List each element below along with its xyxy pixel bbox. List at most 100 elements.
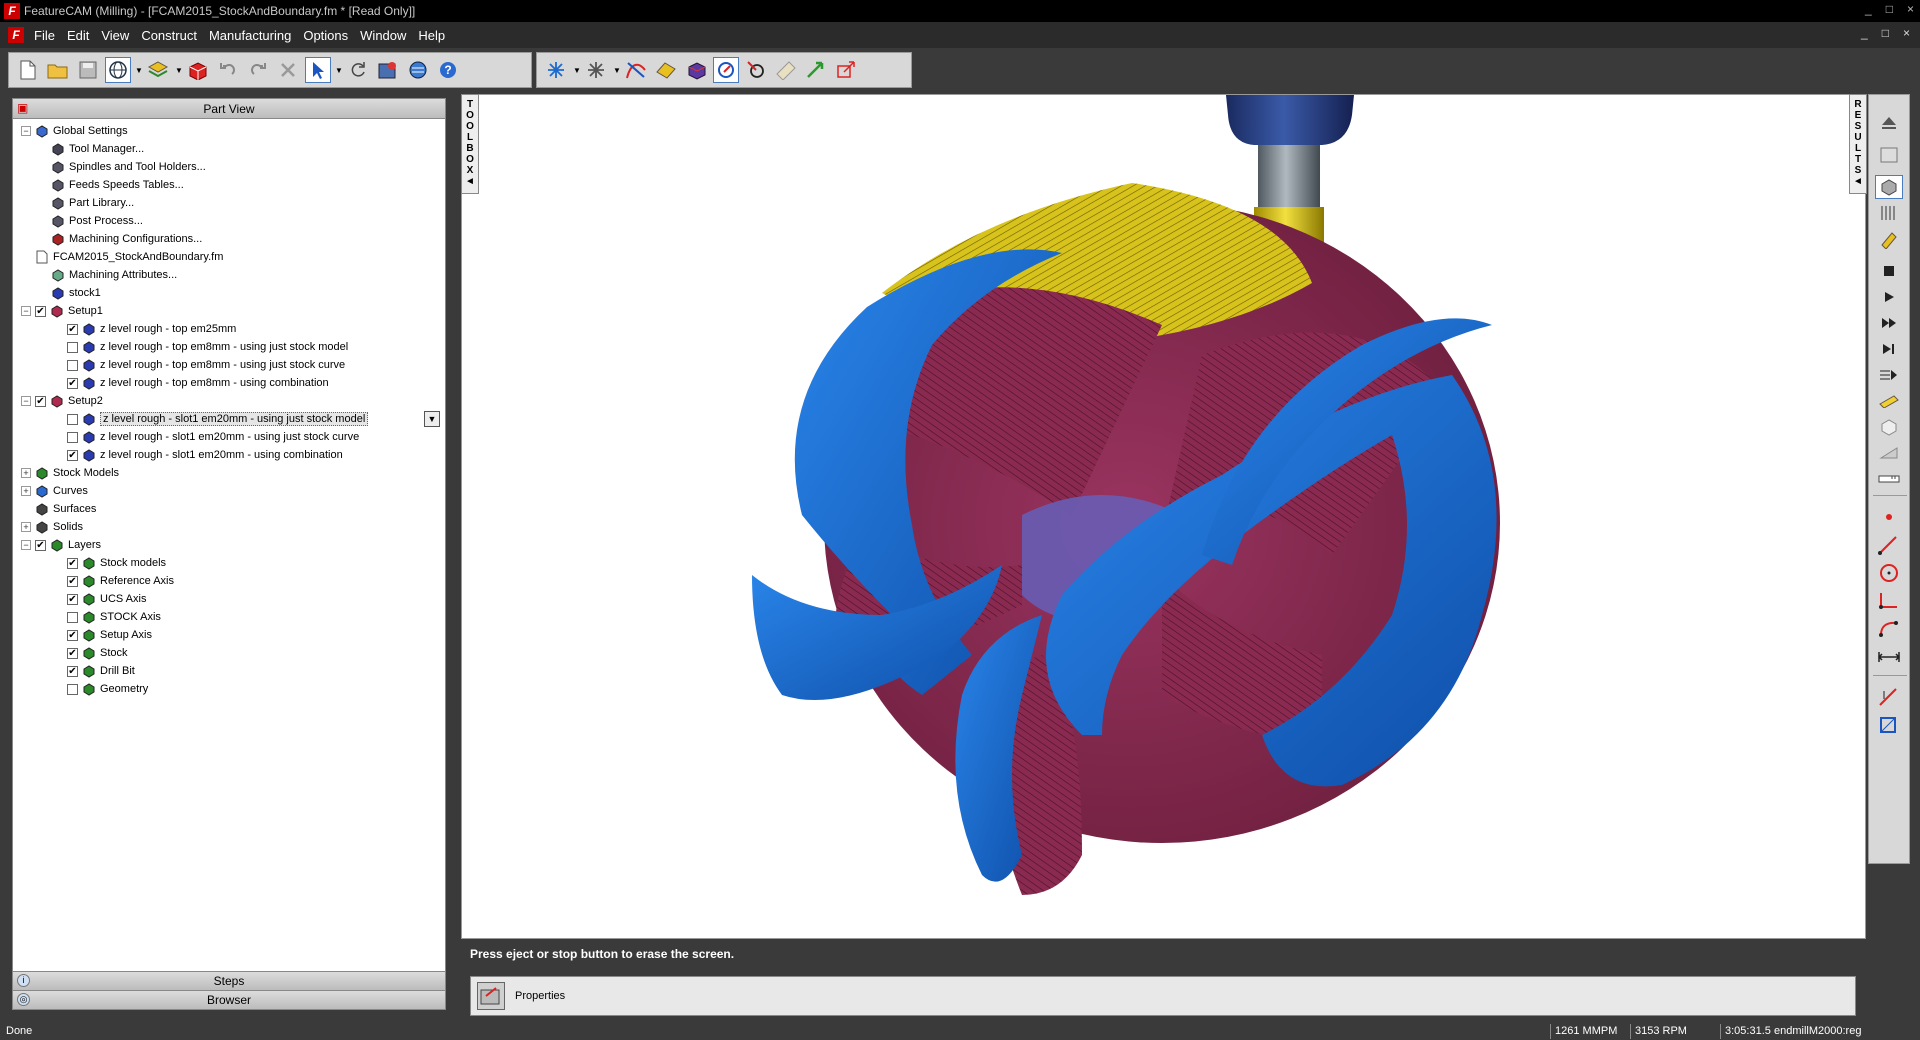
dropdown-button[interactable]: ▼ xyxy=(424,411,440,427)
tree-checkbox[interactable]: ✔ xyxy=(35,395,46,407)
help-icon[interactable]: ? xyxy=(435,57,461,83)
tree-item[interactable]: ✔ Setup Axis xyxy=(13,626,445,644)
menu-edit[interactable]: Edit xyxy=(67,28,89,43)
tree-checkbox[interactable]: ✔ xyxy=(67,323,78,335)
minimize-button[interactable]: _ xyxy=(1865,2,1872,16)
tree-item[interactable]: ✔ Stock models xyxy=(13,554,445,572)
collapse-icon[interactable]: − xyxy=(21,306,31,316)
tree-item[interactable]: ✔ Drill Bit xyxy=(13,662,445,680)
curve-icon[interactable] xyxy=(623,57,649,83)
stop-icon[interactable] xyxy=(1875,259,1903,283)
tree-item[interactable]: z level rough - top em8mm - using just s… xyxy=(13,356,445,374)
menu-help[interactable]: Help xyxy=(418,28,445,43)
tree-item[interactable]: FCAM2015_StockAndBoundary.fm xyxy=(13,248,445,266)
tree-item[interactable]: STOCK Axis xyxy=(13,608,445,626)
tree-checkbox[interactable] xyxy=(67,413,78,425)
tree-item[interactable]: Part Library... xyxy=(13,194,445,212)
mdi-close-button[interactable]: × xyxy=(1903,26,1910,40)
tree-checkbox[interactable]: ✔ xyxy=(67,575,78,587)
tree-item[interactable]: z level rough - top em8mm - using just s… xyxy=(13,338,445,356)
toolpath-view-icon[interactable] xyxy=(1875,201,1903,225)
tree-item[interactable]: ✔ z level rough - top em25mm xyxy=(13,320,445,338)
tree-item[interactable]: ✔ z level rough - top em8mm - using combi… xyxy=(13,374,445,392)
tree-item[interactable]: Machining Configurations... xyxy=(13,230,445,248)
tree-checkbox[interactable]: ✔ xyxy=(35,305,46,317)
home-view-icon[interactable] xyxy=(1875,143,1903,167)
tree-item[interactable]: − ✔ Layers xyxy=(13,536,445,554)
circle-icon[interactable] xyxy=(743,57,769,83)
tree-item[interactable]: + Stock Models xyxy=(13,464,445,482)
menu-file[interactable]: File xyxy=(34,28,55,43)
chevron-down-icon[interactable]: ▼ xyxy=(135,66,143,75)
tree-checkbox[interactable]: ✔ xyxy=(35,539,46,551)
collapse-icon[interactable]: − xyxy=(21,396,31,406)
measure-icon[interactable] xyxy=(1875,645,1903,669)
properties-label[interactable]: Properties xyxy=(515,990,565,1002)
stock-icon[interactable] xyxy=(185,57,211,83)
tree-item[interactable]: Surfaces xyxy=(13,500,445,518)
toolbox-tab[interactable]: T O O L B O X ◄ xyxy=(461,94,479,194)
tree-item[interactable]: z level rough - slot1 em20mm - using jus… xyxy=(13,428,445,446)
dimension-view-icon[interactable] xyxy=(1875,227,1903,251)
rotate-icon[interactable] xyxy=(345,57,371,83)
tree-item[interactable]: Machining Attributes... xyxy=(13,266,445,284)
ruler-icon[interactable] xyxy=(773,57,799,83)
trim-icon[interactable] xyxy=(1875,685,1903,709)
tree-checkbox[interactable]: ✔ xyxy=(67,449,78,461)
expand-icon[interactable]: + xyxy=(21,468,31,478)
circle-icon[interactable] xyxy=(1875,561,1903,585)
snap-icon[interactable] xyxy=(543,57,569,83)
maximize-button[interactable]: □ xyxy=(1886,2,1893,16)
properties-icon[interactable] xyxy=(477,982,505,1010)
chevron-down-icon[interactable]: ▼ xyxy=(175,66,183,75)
expand-icon[interactable]: + xyxy=(21,486,31,496)
mdi-minimize-button[interactable]: _ xyxy=(1861,26,1868,40)
select-box-icon[interactable] xyxy=(1875,713,1903,737)
surface-icon[interactable] xyxy=(653,57,679,83)
simulate-icon[interactable] xyxy=(713,57,739,83)
tree-item[interactable]: z level rough - slot1 em20mm - using jus… xyxy=(13,410,445,428)
solid-icon[interactable] xyxy=(683,57,709,83)
help-globe-icon[interactable] xyxy=(405,57,431,83)
tree-checkbox[interactable] xyxy=(67,359,78,371)
tree-checkbox[interactable] xyxy=(67,611,78,623)
chevron-down-icon[interactable]: ▼ xyxy=(613,66,621,75)
tree-checkbox[interactable]: ✔ xyxy=(67,557,78,569)
menu-window[interactable]: Window xyxy=(360,28,406,43)
tree-item[interactable]: Tool Manager... xyxy=(13,140,445,158)
browser-tab[interactable]: ◎ Browser xyxy=(13,990,445,1009)
tree-checkbox[interactable] xyxy=(67,683,78,695)
tree-checkbox[interactable] xyxy=(67,341,78,353)
render-icon[interactable] xyxy=(1875,441,1903,465)
tree-checkbox[interactable]: ✔ xyxy=(67,647,78,659)
tree-item[interactable]: Geometry xyxy=(13,680,445,698)
eject-icon[interactable] xyxy=(1875,111,1903,135)
menu-view[interactable]: View xyxy=(101,28,129,43)
redo-icon[interactable] xyxy=(245,57,271,83)
tree-checkbox[interactable]: ✔ xyxy=(67,629,78,641)
tree-item[interactable]: Post Process... xyxy=(13,212,445,230)
save-icon[interactable] xyxy=(75,57,101,83)
corner-icon[interactable] xyxy=(1875,589,1903,613)
step-forward-icon[interactable] xyxy=(1875,311,1903,335)
solid-view-icon[interactable] xyxy=(1875,175,1903,199)
part-view-pin-icon[interactable]: ▣ xyxy=(17,101,28,115)
tree-checkbox[interactable]: ✔ xyxy=(67,593,78,605)
chevron-down-icon[interactable]: ▼ xyxy=(335,66,343,75)
menu-construct[interactable]: Construct xyxy=(141,28,197,43)
tree-item[interactable]: + Solids xyxy=(13,518,445,536)
undo-icon[interactable] xyxy=(215,57,241,83)
results-tab[interactable]: R E S U L T S ◄ xyxy=(1849,94,1867,194)
mdi-restore-button[interactable]: □ xyxy=(1882,26,1889,40)
tree-item[interactable]: stock1 xyxy=(13,284,445,302)
tree-item[interactable]: ✔ z level rough - slot1 em20mm - using co… xyxy=(13,446,445,464)
tool-display-icon[interactable] xyxy=(1875,389,1903,413)
layers-icon[interactable] xyxy=(145,57,171,83)
menu-options[interactable]: Options xyxy=(303,28,348,43)
collapse-icon[interactable]: − xyxy=(21,126,31,136)
delete-icon[interactable] xyxy=(275,57,301,83)
tree-item[interactable]: − ✔ Setup2 xyxy=(13,392,445,410)
tree-item[interactable]: ✔ Stock xyxy=(13,644,445,662)
wizard-icon[interactable] xyxy=(375,57,401,83)
globe-icon[interactable] xyxy=(105,57,131,83)
